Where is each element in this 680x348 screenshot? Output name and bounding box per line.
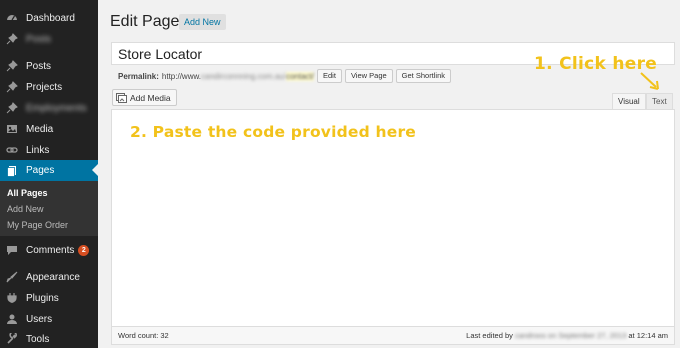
permalink-row: Permalink: http://www. candirconnning.co… xyxy=(118,68,452,84)
annotation-paste-code: 2. Paste the code provided here xyxy=(130,123,417,141)
media-icon xyxy=(6,123,18,135)
word-count: Word count: 32 xyxy=(118,331,169,340)
submenu-my-page-order[interactable]: My Page Order xyxy=(7,220,68,230)
permalink-slug[interactable]: contact/ xyxy=(285,71,314,81)
pin-icon xyxy=(6,102,18,114)
pages-submenu: All Pages Add New My Page Order xyxy=(0,181,98,236)
page-title: Edit Page xyxy=(110,13,180,30)
sidebar-item-pages[interactable]: Pages xyxy=(0,160,98,181)
last-edited: Last edited by candroos on September 27,… xyxy=(466,331,668,340)
sidebar-item-users[interactable]: Users xyxy=(0,309,98,329)
tab-text[interactable]: Text xyxy=(646,93,673,109)
edit-permalink-button[interactable]: Edit xyxy=(317,69,342,83)
annotation-arrow-icon xyxy=(640,72,659,90)
submenu-all-pages[interactable]: All Pages xyxy=(7,188,48,198)
sidebar-item-label: Dashboard xyxy=(26,12,75,24)
sidebar-item-posts[interactable]: Posts xyxy=(0,56,98,76)
sidebar-item-comments[interactable]: Comments 2 xyxy=(0,240,98,260)
sidebar-item-label: Plugins xyxy=(26,292,59,304)
last-edited-time: at 12:14 am xyxy=(628,331,668,340)
sidebar-item-label: Comments xyxy=(26,244,75,256)
permalink-label: Permalink: xyxy=(118,71,159,81)
tab-visual[interactable]: Visual xyxy=(612,93,646,109)
dashboard-icon xyxy=(6,12,18,24)
sidebar-item-label: Links xyxy=(26,144,50,156)
sidebar-item-plugins[interactable]: Plugins xyxy=(0,288,98,308)
sidebar-item-label: Appearance xyxy=(26,271,80,283)
brush-icon xyxy=(6,271,18,283)
user-icon xyxy=(6,313,18,325)
sidebar-item-links[interactable]: Links xyxy=(0,140,98,160)
plug-icon xyxy=(6,292,18,304)
sidebar-item-posts-blurred[interactable]: Posts xyxy=(0,29,98,49)
get-shortlink-button[interactable]: Get Shortlink xyxy=(395,69,452,83)
sidebar-item-tools[interactable]: Tools xyxy=(0,329,98,348)
sidebar-item-label: Pages xyxy=(26,165,55,176)
pin-icon xyxy=(6,60,18,72)
sidebar-item-dashboard[interactable]: Dashboard xyxy=(0,8,98,28)
sidebar-item-label: Media xyxy=(26,123,54,135)
comment-icon xyxy=(6,244,18,256)
content-editor-area[interactable] xyxy=(111,109,675,327)
sidebar-item-projects[interactable]: Projects xyxy=(0,77,98,97)
last-edited-author-date: candroos on September 27, 2013 xyxy=(514,331,627,340)
page-icon xyxy=(6,165,18,177)
sidebar-item-label: Employments xyxy=(26,102,87,114)
editor-status-bar: Word count: 32 Last edited by candroos o… xyxy=(111,327,675,345)
pin-icon xyxy=(6,33,18,45)
permalink-url-domain: candirconnning.com.au/ xyxy=(201,71,286,81)
sidebar-item-label: Tools xyxy=(26,333,50,345)
sidebar-item-media[interactable]: Media xyxy=(0,119,98,139)
sidebar-item-label: Users xyxy=(26,313,53,325)
view-page-button[interactable]: View Page xyxy=(344,69,393,83)
permalink-url: http://www. xyxy=(161,71,202,81)
submenu-add-new[interactable]: Add New xyxy=(7,204,44,214)
media-icon xyxy=(116,92,127,103)
add-media-label: Add Media xyxy=(130,92,171,103)
sidebar-item-label: Posts xyxy=(26,60,52,72)
add-new-button[interactable]: Add New xyxy=(179,14,226,30)
sidebar-item-label: Projects xyxy=(26,81,63,93)
admin-sidebar: Dashboard Posts Posts Projects Employmen… xyxy=(0,0,98,348)
sidebar-item-employments[interactable]: Employments xyxy=(0,98,98,118)
last-edited-prefix: Last edited by xyxy=(466,331,513,340)
add-media-button[interactable]: Add Media xyxy=(112,89,177,106)
link-icon xyxy=(6,144,18,156)
comments-count-badge: 2 xyxy=(78,244,90,256)
sidebar-item-label: Posts xyxy=(26,33,52,45)
sidebar-item-appearance[interactable]: Appearance xyxy=(0,267,98,287)
pin-icon xyxy=(6,81,18,93)
wrench-icon xyxy=(6,333,18,345)
